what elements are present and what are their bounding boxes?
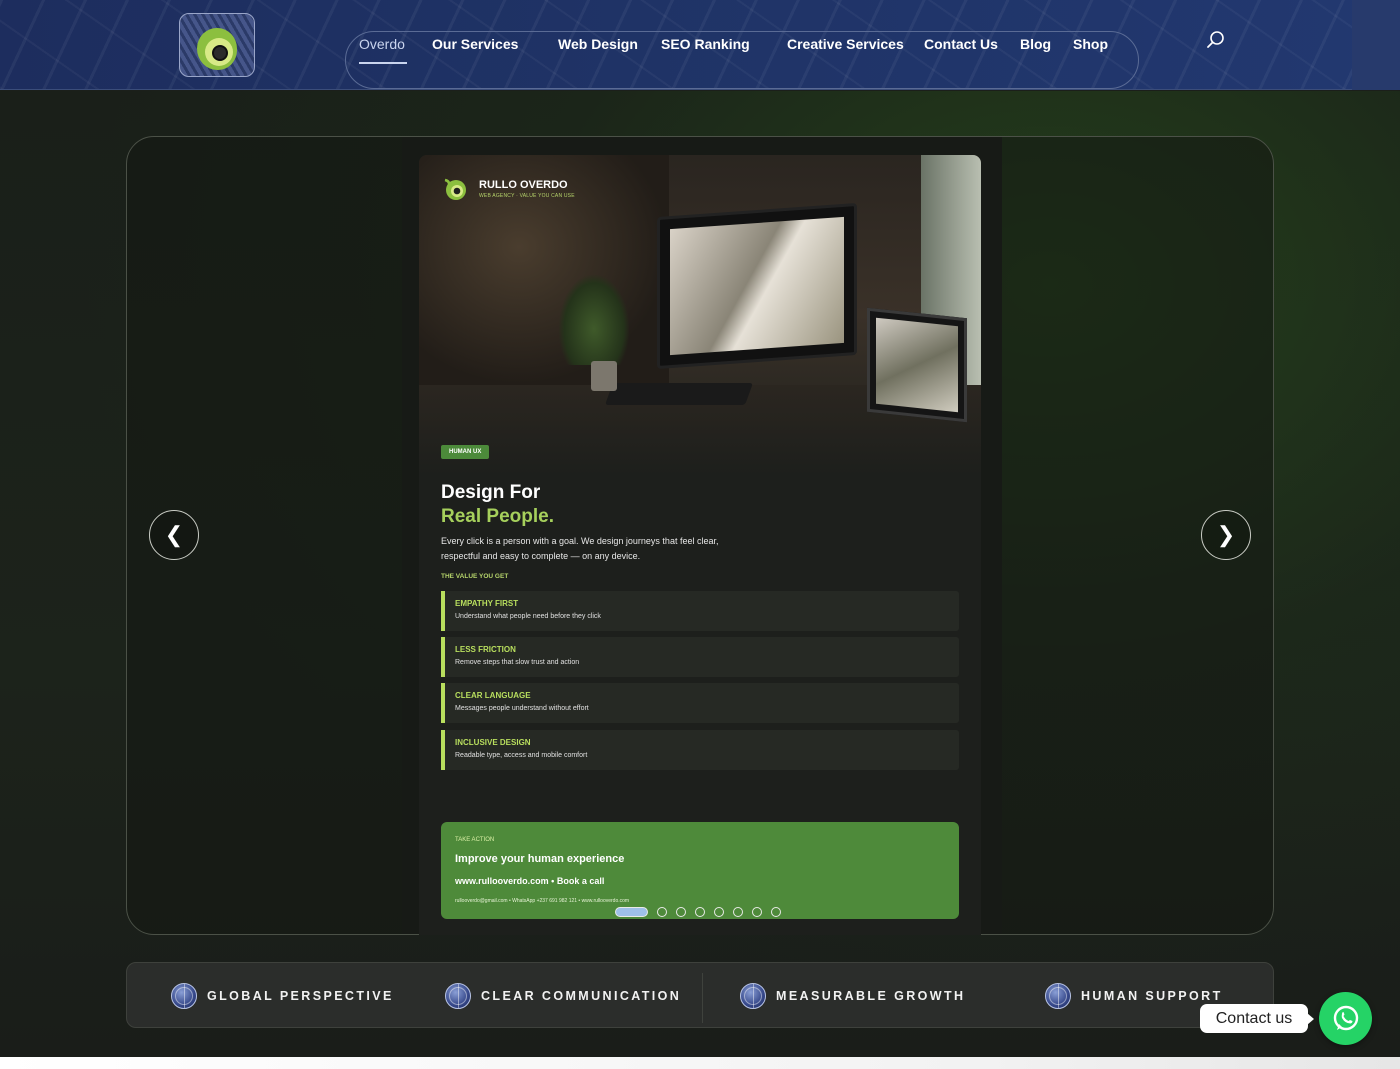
nav-active-underline	[359, 62, 407, 64]
value-item-language: CLEAR LANGUAGE Messages people understan…	[441, 683, 959, 723]
globe-icon	[171, 983, 197, 1009]
whatsapp-icon	[1333, 1005, 1358, 1030]
slider-dot[interactable]	[771, 907, 781, 917]
slider-dot[interactable]	[752, 907, 762, 917]
photo-laptop	[867, 307, 967, 423]
photo-keyboard	[604, 383, 754, 405]
nav-item-shop[interactable]: Shop	[1073, 36, 1108, 52]
feature-clear-communication: CLEAR COMMUNICATION	[445, 983, 681, 1009]
feature-global-perspective: GLOBAL PERSPECTIVE	[171, 983, 394, 1009]
feature-human-support: HUMAN SUPPORT	[1045, 983, 1223, 1009]
photo-mug	[591, 361, 617, 391]
search-icon[interactable]	[1206, 30, 1226, 50]
features-divider	[702, 973, 703, 1023]
nav-item-our-services[interactable]: Our Services	[432, 36, 518, 52]
brand-avocado-icon	[441, 177, 469, 201]
features-bar: GLOBAL PERSPECTIVE CLEAR COMMUNICATION M…	[126, 962, 1274, 1028]
slider-dot[interactable]	[695, 907, 705, 917]
slider-dot-active[interactable]	[615, 907, 648, 917]
cta-title: Improve your human experience	[455, 853, 625, 865]
nav-item-overdo[interactable]: Overdo	[359, 36, 405, 52]
feature-label: HUMAN SUPPORT	[1081, 989, 1223, 1003]
value-desc: Remove steps that slow trust and action	[455, 659, 580, 666]
whatsapp-button[interactable]	[1319, 992, 1372, 1045]
globe-icon	[445, 983, 471, 1009]
value-title: INCLUSIVE DESIGN	[455, 738, 531, 747]
nav-item-creative-services[interactable]: Creative Services	[787, 36, 904, 52]
slide-card: RULLO OVERDO WEB AGENCY · VALUE YOU CAN …	[419, 155, 981, 935]
globe-icon	[1045, 983, 1071, 1009]
value-item-empathy: EMPATHY FIRST Understand what people nee…	[441, 591, 959, 631]
photo-monitor-screen	[670, 216, 844, 356]
photo-monitor	[657, 203, 857, 369]
slider-pagination	[615, 906, 781, 918]
value-item-friction: LESS FRICTION Remove steps that slow tru…	[441, 637, 959, 677]
value-item-inclusive: INCLUSIVE DESIGN Readable type, access a…	[441, 730, 959, 770]
feature-label: CLEAR COMMUNICATION	[481, 989, 682, 1003]
nav-item-seo-ranking[interactable]: SEO Ranking	[661, 36, 750, 52]
value-section-label: THE VALUE YOU GET	[441, 573, 509, 580]
cta-contact-footer: rullooverdo@gmail.com • WhatsApp +237 69…	[455, 898, 630, 904]
cta-panel[interactable]: TAKE ACTION Improve your human experienc…	[441, 822, 959, 919]
workspace-photo	[419, 155, 981, 475]
next-section-edge	[0, 1057, 1400, 1069]
value-desc: Understand what people need before they …	[455, 613, 601, 620]
slide-headline-accent: Real People.	[441, 506, 554, 527]
cta-links[interactable]: www.rullooverdo.com • Book a call	[455, 876, 604, 886]
feature-measurable-growth: MEASURABLE GROWTH	[740, 983, 965, 1009]
slide-headline: Design For	[441, 482, 541, 503]
feature-label: MEASURABLE GROWTH	[776, 989, 966, 1003]
slider-next-button[interactable]: ❯	[1201, 510, 1251, 560]
value-title: CLEAR LANGUAGE	[455, 691, 531, 700]
slider-prev-button[interactable]: ❮	[149, 510, 199, 560]
photo-plant	[559, 275, 629, 365]
nav-item-blog[interactable]: Blog	[1020, 36, 1051, 52]
brand-name: RULLO OVERDO	[479, 179, 568, 191]
photo-laptop-screen	[876, 317, 958, 413]
value-desc: Readable type, access and mobile comfort	[455, 752, 588, 759]
value-title: EMPATHY FIRST	[455, 599, 519, 608]
feature-label: GLOBAL PERSPECTIVE	[207, 989, 394, 1003]
nav-item-web-design[interactable]: Web Design	[558, 36, 638, 52]
globe-icon	[740, 983, 766, 1009]
site-header: Overdo Our Services Web Design SEO Ranki…	[0, 0, 1400, 90]
slider-dot[interactable]	[733, 907, 743, 917]
nav-item-contact-us[interactable]: Contact Us	[924, 36, 998, 52]
header-edge-strip	[1352, 0, 1400, 90]
slider-dot[interactable]	[676, 907, 686, 917]
logo-avocado-pit	[212, 45, 228, 61]
cta-kicker: TAKE ACTION	[455, 837, 495, 843]
category-badge: HUMAN UX	[441, 445, 490, 459]
whatsapp-contact-label[interactable]: Contact us	[1200, 1004, 1314, 1033]
brand-tagline: WEB AGENCY · VALUE YOU CAN USE	[479, 193, 575, 199]
slide-lede: Every click is a person with a goal. We …	[441, 536, 719, 561]
value-title: LESS FRICTION	[455, 645, 516, 654]
site-logo[interactable]	[179, 13, 255, 77]
slider-dot[interactable]	[657, 907, 667, 917]
value-desc: Messages people understand without effor…	[455, 705, 589, 712]
slider-dot[interactable]	[714, 907, 724, 917]
